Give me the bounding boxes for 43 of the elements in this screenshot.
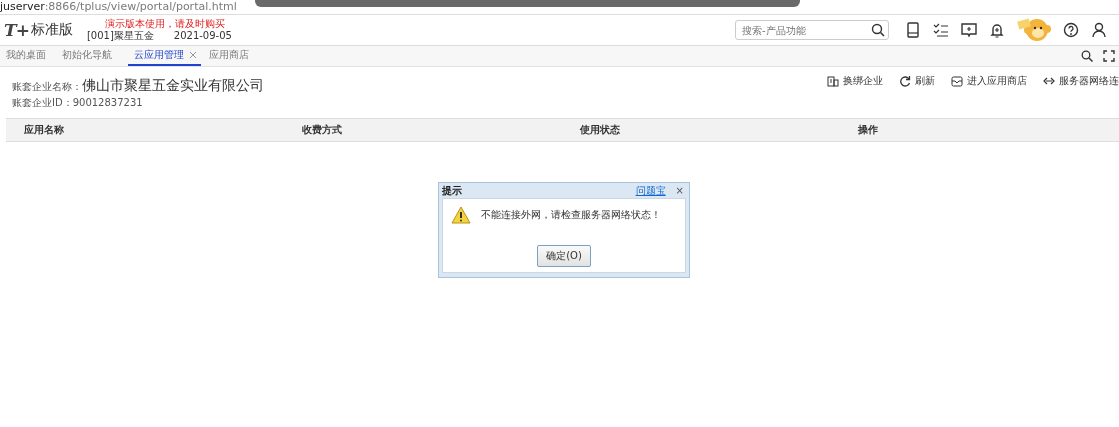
action-button[interactable]: 服务器网络连	[1043, 74, 1119, 88]
company-id-label: 账套企业ID：	[12, 96, 73, 110]
company-name-label: 账套企业名称：	[12, 80, 82, 94]
trial-notice: 演示版本使用，请及时购买	[104, 17, 226, 29]
column-header: 应用名称	[23, 123, 65, 137]
account-name: [001]聚星五金	[86, 29, 154, 43]
search-icon	[871, 23, 885, 37]
fullscreen-icon[interactable]	[1103, 50, 1115, 62]
dialog-title: 提示	[442, 183, 462, 198]
tray-icon	[951, 75, 963, 87]
column-header: 收费方式	[301, 123, 343, 137]
checklist-icon[interactable]	[933, 22, 949, 38]
bell-icon[interactable]	[989, 22, 1005, 38]
search-field[interactable]: 搜索-产品功能	[735, 20, 889, 40]
link-arrows-icon	[1043, 75, 1055, 87]
close-icon[interactable]	[189, 51, 197, 59]
user-icon[interactable]	[1091, 22, 1107, 38]
action-button[interactable]: 换绑企业	[827, 74, 883, 88]
warning-icon	[451, 206, 471, 224]
company-id: 90012837231	[72, 97, 143, 108]
tab[interactable]: 初始化导航	[62, 46, 120, 66]
logo: T+	[4, 20, 29, 40]
search-icon[interactable]	[1081, 50, 1093, 62]
login-date: 2021-09-05	[173, 29, 232, 43]
message-icon[interactable]	[961, 22, 977, 38]
close-button[interactable]: ×	[673, 185, 686, 196]
tab[interactable]: 我的桌面	[6, 46, 54, 66]
tab[interactable]: 应用商店	[209, 46, 257, 66]
ok-button[interactable]: 确定(O)	[537, 245, 591, 267]
tablet-icon[interactable]	[905, 22, 921, 38]
address-bar-url[interactable]: juserver:8866/tplus/view/portal/portal.html	[0, 0, 237, 14]
action-button[interactable]: 刷新	[899, 74, 935, 88]
help-icon[interactable]	[1063, 22, 1079, 38]
edition-label: 标准版	[30, 21, 73, 39]
column-header: 操作	[857, 123, 879, 137]
company-name: 佛山市聚星五金实业有限公司	[82, 77, 264, 95]
column-header: 使用状态	[579, 123, 621, 137]
action-button[interactable]: 进入应用商店	[951, 74, 1027, 88]
help-link[interactable]: 问题宝	[635, 183, 666, 198]
tab[interactable]: 云应用管理	[128, 46, 201, 66]
dialog-message: 不能连接外网，请检查服务器网络状态！	[481, 208, 661, 222]
building-icon	[827, 75, 839, 87]
refresh-icon	[899, 75, 911, 87]
